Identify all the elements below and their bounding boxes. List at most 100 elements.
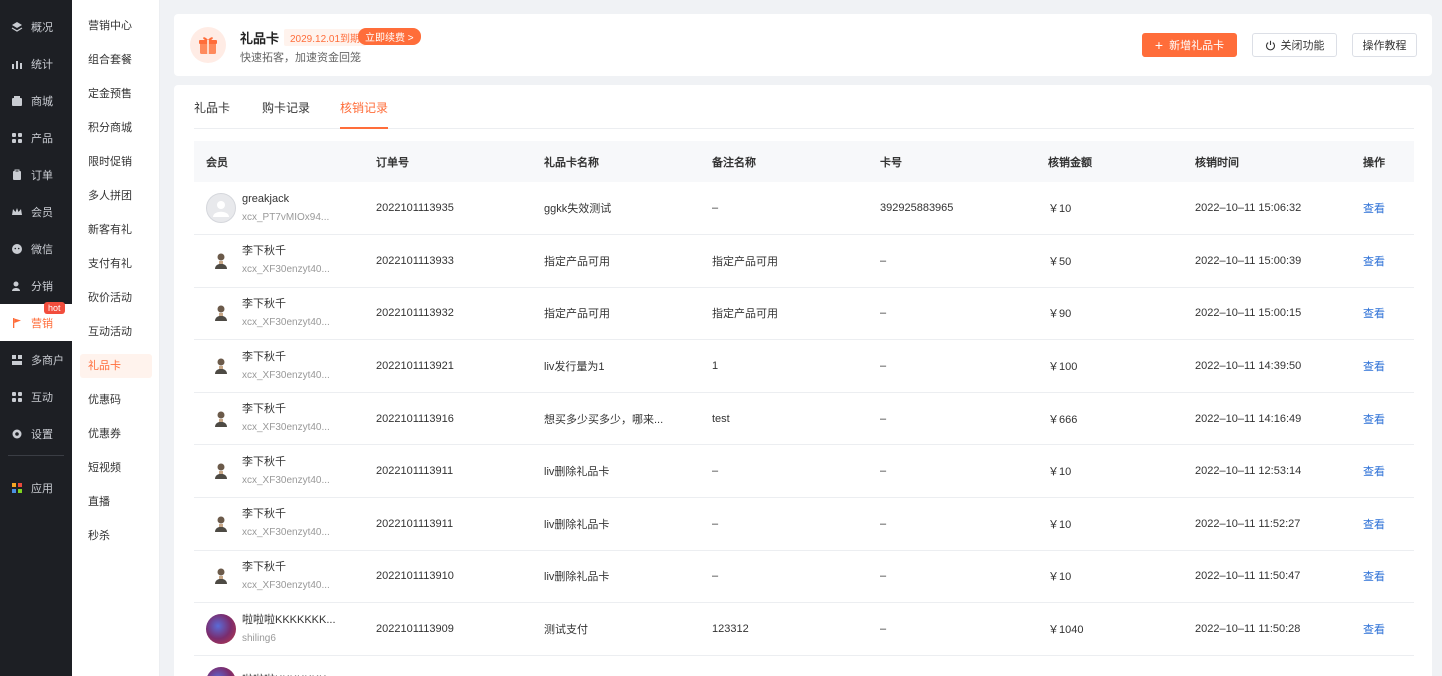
view-link[interactable]: 查看 [1351, 550, 1414, 603]
amount-cell: ￥50 [1048, 255, 1072, 268]
member-name: 李下秋千 [242, 297, 286, 310]
header-card: 礼品卡 2029.12.01到期 立即续费 > 快速拓客，加速资金回笼 + 新增… [174, 14, 1432, 76]
nav-item-wechat[interactable]: 微信 [0, 230, 72, 267]
view-link[interactable]: 查看 [1351, 182, 1414, 235]
subnav-item[interactable]: 积分商城 [88, 118, 132, 138]
remark-cell: 指定产品可用 [712, 255, 778, 268]
view-link[interactable] [1351, 655, 1414, 676]
order-no-cell: 2022101113911 [376, 465, 454, 478]
nav-item-label: 商城 [31, 95, 53, 108]
col-card-no: 卡号 [880, 156, 902, 169]
avatar [206, 403, 236, 434]
hot-badge: hot [44, 302, 65, 314]
time-cell: 2022–10–11 11:52:27 [1195, 517, 1301, 530]
nav-item-label: 设置 [31, 428, 53, 441]
member-cell: greakjack xcx_PT7vMIOx94... [194, 182, 364, 235]
nav-item-crown[interactable]: 会员 [0, 193, 72, 230]
table-row: 李下秋千 xcx_XF30enzyt40... 2022101113911 liv删除… [194, 498, 1414, 551]
nav-item-clipboard[interactable]: 订单 [0, 156, 72, 193]
view-link[interactable]: 查看 [1351, 235, 1414, 288]
tab-redemption-records[interactable]: 核销记录 [340, 99, 389, 129]
tab-purchase-records[interactable]: 购卡记录 [262, 99, 310, 129]
view-link[interactable]: 查看 [1351, 603, 1414, 656]
view-link[interactable]: 查看 [1351, 498, 1414, 551]
subnav-item[interactable]: 新客有礼 [88, 220, 132, 240]
member-id: xcx_PT7vMIOx94... [242, 211, 330, 223]
apps-icon [10, 481, 23, 494]
table-header-row: 会员 订单号 礼品卡名称 备注名称 卡号 核销金额 核销时间 操作 [194, 141, 1414, 182]
subnav-item[interactable]: 限时促销 [88, 152, 132, 172]
card-no-cell: – [880, 412, 887, 425]
view-link[interactable]: 查看 [1351, 445, 1414, 498]
order-no-cell: 2022101113909 [376, 623, 454, 636]
avatar [206, 561, 236, 592]
card-name-cell: 想买多少买多少，哪来... [544, 413, 664, 426]
sub-nav: 营销中心组合套餐定金预售积分商城限时促销多人拼团新客有礼支付有礼砍价活动互动活动… [72, 0, 160, 676]
nav-item-layers[interactable]: 概况 [0, 8, 72, 45]
page-subtitle: 快速拓客，加速资金回笼 [240, 52, 361, 64]
member-cell: 李下秋千 xcx_XF30enzyt40... [194, 445, 364, 498]
card-name-cell: 测试支付 [544, 624, 588, 637]
order-no-cell: 2022101113935 [376, 202, 454, 215]
redemption-table: 会员 订单号 礼品卡名称 备注名称 卡号 核销金额 核销时间 操作 greakj… [194, 141, 1414, 676]
add-gift-card-label: 新增礼品卡 [1169, 40, 1225, 52]
member-id: xcx_XF30enzyt40... [242, 474, 330, 486]
subnav-item[interactable]: 多人拼团 [88, 186, 132, 206]
subnav-item[interactable]: 优惠券 [88, 424, 121, 444]
nav-item-interact[interactable]: 互动 [0, 378, 72, 415]
view-link[interactable]: 查看 [1351, 392, 1414, 445]
plus-icon: + [1154, 37, 1164, 53]
remark-cell: – [712, 570, 719, 583]
member-name: 李下秋千 [242, 455, 286, 468]
close-feature-button[interactable]: 关闭功能 [1252, 33, 1337, 57]
time-cell [1183, 655, 1351, 676]
order-no-cell: 2022101113911 [376, 517, 454, 530]
subnav-item[interactable]: 砍价活动 [88, 288, 132, 308]
subnav-item[interactable]: 定金预售 [88, 84, 132, 104]
time-cell: 2022–10–11 15:00:15 [1195, 307, 1302, 320]
col-amount: 核销金额 [1048, 156, 1092, 169]
amount-cell: ￥90 [1048, 308, 1072, 321]
subnav-item[interactable]: 直播 [88, 492, 110, 512]
tab-gift-card[interactable]: 礼品卡 [194, 99, 230, 129]
renew-button[interactable]: 立即续费 > [358, 28, 421, 45]
subnav-item[interactable]: 礼品卡 [80, 354, 152, 378]
layers-icon [10, 20, 23, 33]
amount-cell: ￥10 [1048, 203, 1072, 216]
member-id: shiling6 [242, 632, 276, 644]
remark-cell: 123312 [712, 623, 749, 636]
member-name: 李下秋千 [242, 508, 286, 521]
card-name-cell: 指定产品可用 [544, 255, 610, 268]
amount-cell: ￥10 [1048, 466, 1072, 479]
nav-item-chart[interactable]: 统计 [0, 45, 72, 82]
nav-item-label: 统计 [31, 58, 53, 71]
member-name: 啦啦啦KKKKKKK... [242, 613, 336, 626]
table-row: greakjack xcx_PT7vMIOx94... 2022101113935 g… [194, 182, 1414, 235]
avatar [206, 614, 236, 645]
nav-item-apps[interactable]: 应用 [0, 469, 72, 506]
member-cell: 李下秋千 xcx_XF30enzyt40... [194, 550, 364, 603]
view-link[interactable]: 查看 [1351, 340, 1414, 393]
card-no-cell: – [880, 517, 887, 530]
subnav-item[interactable]: 优惠码 [88, 390, 121, 410]
col-time: 核销时间 [1195, 156, 1239, 169]
nav-item-grid[interactable]: 产品 [0, 119, 72, 156]
time-cell: 2022–10–11 15:06:32 [1195, 202, 1302, 215]
subnav-item[interactable]: 互动活动 [88, 322, 132, 342]
subnav-item[interactable]: 秒杀 [88, 526, 110, 546]
view-link[interactable]: 查看 [1351, 287, 1414, 340]
nav-item-gear[interactable]: 设置 [0, 415, 72, 452]
subnav-item[interactable]: 短视频 [88, 458, 121, 478]
add-gift-card-button[interactable]: + 新增礼品卡 [1142, 33, 1237, 57]
page-title: 礼品卡 [240, 31, 280, 46]
nav-item-distribution[interactable]: 分销 [0, 267, 72, 304]
merchant-icon [10, 353, 23, 366]
subnav-item[interactable]: 支付有礼 [88, 254, 132, 274]
member-id: xcx_XF30enzyt40... [242, 264, 330, 276]
tutorial-button[interactable]: 操作教程 [1352, 33, 1417, 57]
subnav-item[interactable]: 组合套餐 [88, 50, 132, 70]
nav-item-merchant[interactable]: 多商户 [0, 341, 72, 378]
subnav-item[interactable]: 营销中心 [88, 16, 132, 36]
flag-icon [10, 316, 23, 329]
nav-item-store[interactable]: 商城 [0, 82, 72, 119]
